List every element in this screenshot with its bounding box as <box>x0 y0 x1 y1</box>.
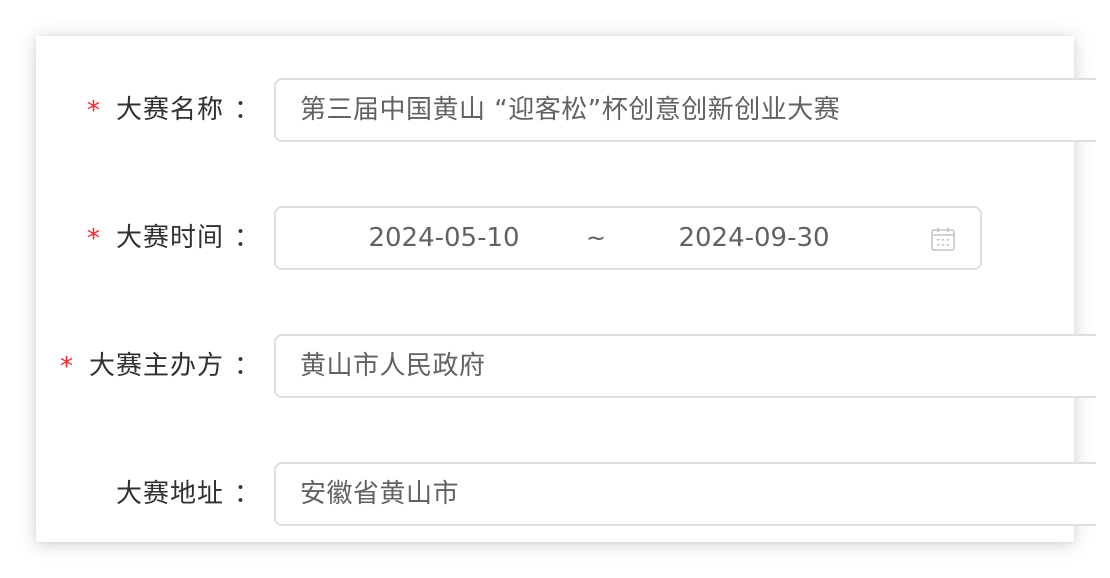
label-colon: ： <box>233 351 260 381</box>
label-text: 大赛主办方 <box>88 351 224 381</box>
form-row-name: * 大赛名称 ： 第三届中国黄山 “迎客松”杯创意创新创业大赛 <box>36 78 1096 142</box>
calendar-icon[interactable] <box>930 226 956 252</box>
form-row-address: 大赛地址 ： 安徽省黄山市 <box>36 462 1096 526</box>
label-text: 大赛时间 <box>115 223 224 253</box>
address-input[interactable]: 安徽省黄山市 <box>274 462 1096 526</box>
organizer-input[interactable]: 黄山市人民政府 <box>274 334 1096 398</box>
page: * 大赛名称 ： 第三届中国黄山 “迎客松”杯创意创新创业大赛 * 大赛时间 ：… <box>0 0 1110 578</box>
form-row-time: * 大赛时间 ： 2024-05-10 ~ 2024-09-30 <box>36 206 1074 270</box>
required-mark: * <box>59 352 73 382</box>
label-colon: ： <box>233 223 260 253</box>
label-text: 大赛地址 <box>115 479 224 509</box>
label-colon: ： <box>233 479 260 509</box>
end-date-input[interactable]: 2024-09-30 <box>644 208 864 268</box>
field-label-name: * 大赛名称 ： <box>87 78 260 142</box>
input-value: 黄山市人民政府 <box>300 351 486 381</box>
label-colon: ： <box>233 95 260 125</box>
required-mark: * <box>86 96 100 126</box>
field-label-organizer: * 大赛主办方 ： <box>60 334 260 398</box>
input-value: 安徽省黄山市 <box>300 479 460 509</box>
competition-name-input[interactable]: 第三届中国黄山 “迎客松”杯创意创新创业大赛 <box>274 78 1096 142</box>
range-separator: ~ <box>586 224 607 252</box>
date-range-picker[interactable]: 2024-05-10 ~ 2024-09-30 <box>274 206 982 270</box>
competition-form: * 大赛名称 ： 第三届中国黄山 “迎客松”杯创意创新创业大赛 * 大赛时间 ：… <box>36 36 1096 542</box>
label-text: 大赛名称 <box>115 95 224 125</box>
input-value: 第三届中国黄山 “迎客松”杯创意创新创业大赛 <box>300 95 841 125</box>
required-mark: * <box>86 224 100 254</box>
form-row-organizer: * 大赛主办方 ： 黄山市人民政府 <box>36 334 1096 398</box>
field-label-address: 大赛地址 ： <box>116 462 260 526</box>
field-label-time: * 大赛时间 ： <box>87 206 260 270</box>
start-date-input[interactable]: 2024-05-10 <box>334 208 554 268</box>
